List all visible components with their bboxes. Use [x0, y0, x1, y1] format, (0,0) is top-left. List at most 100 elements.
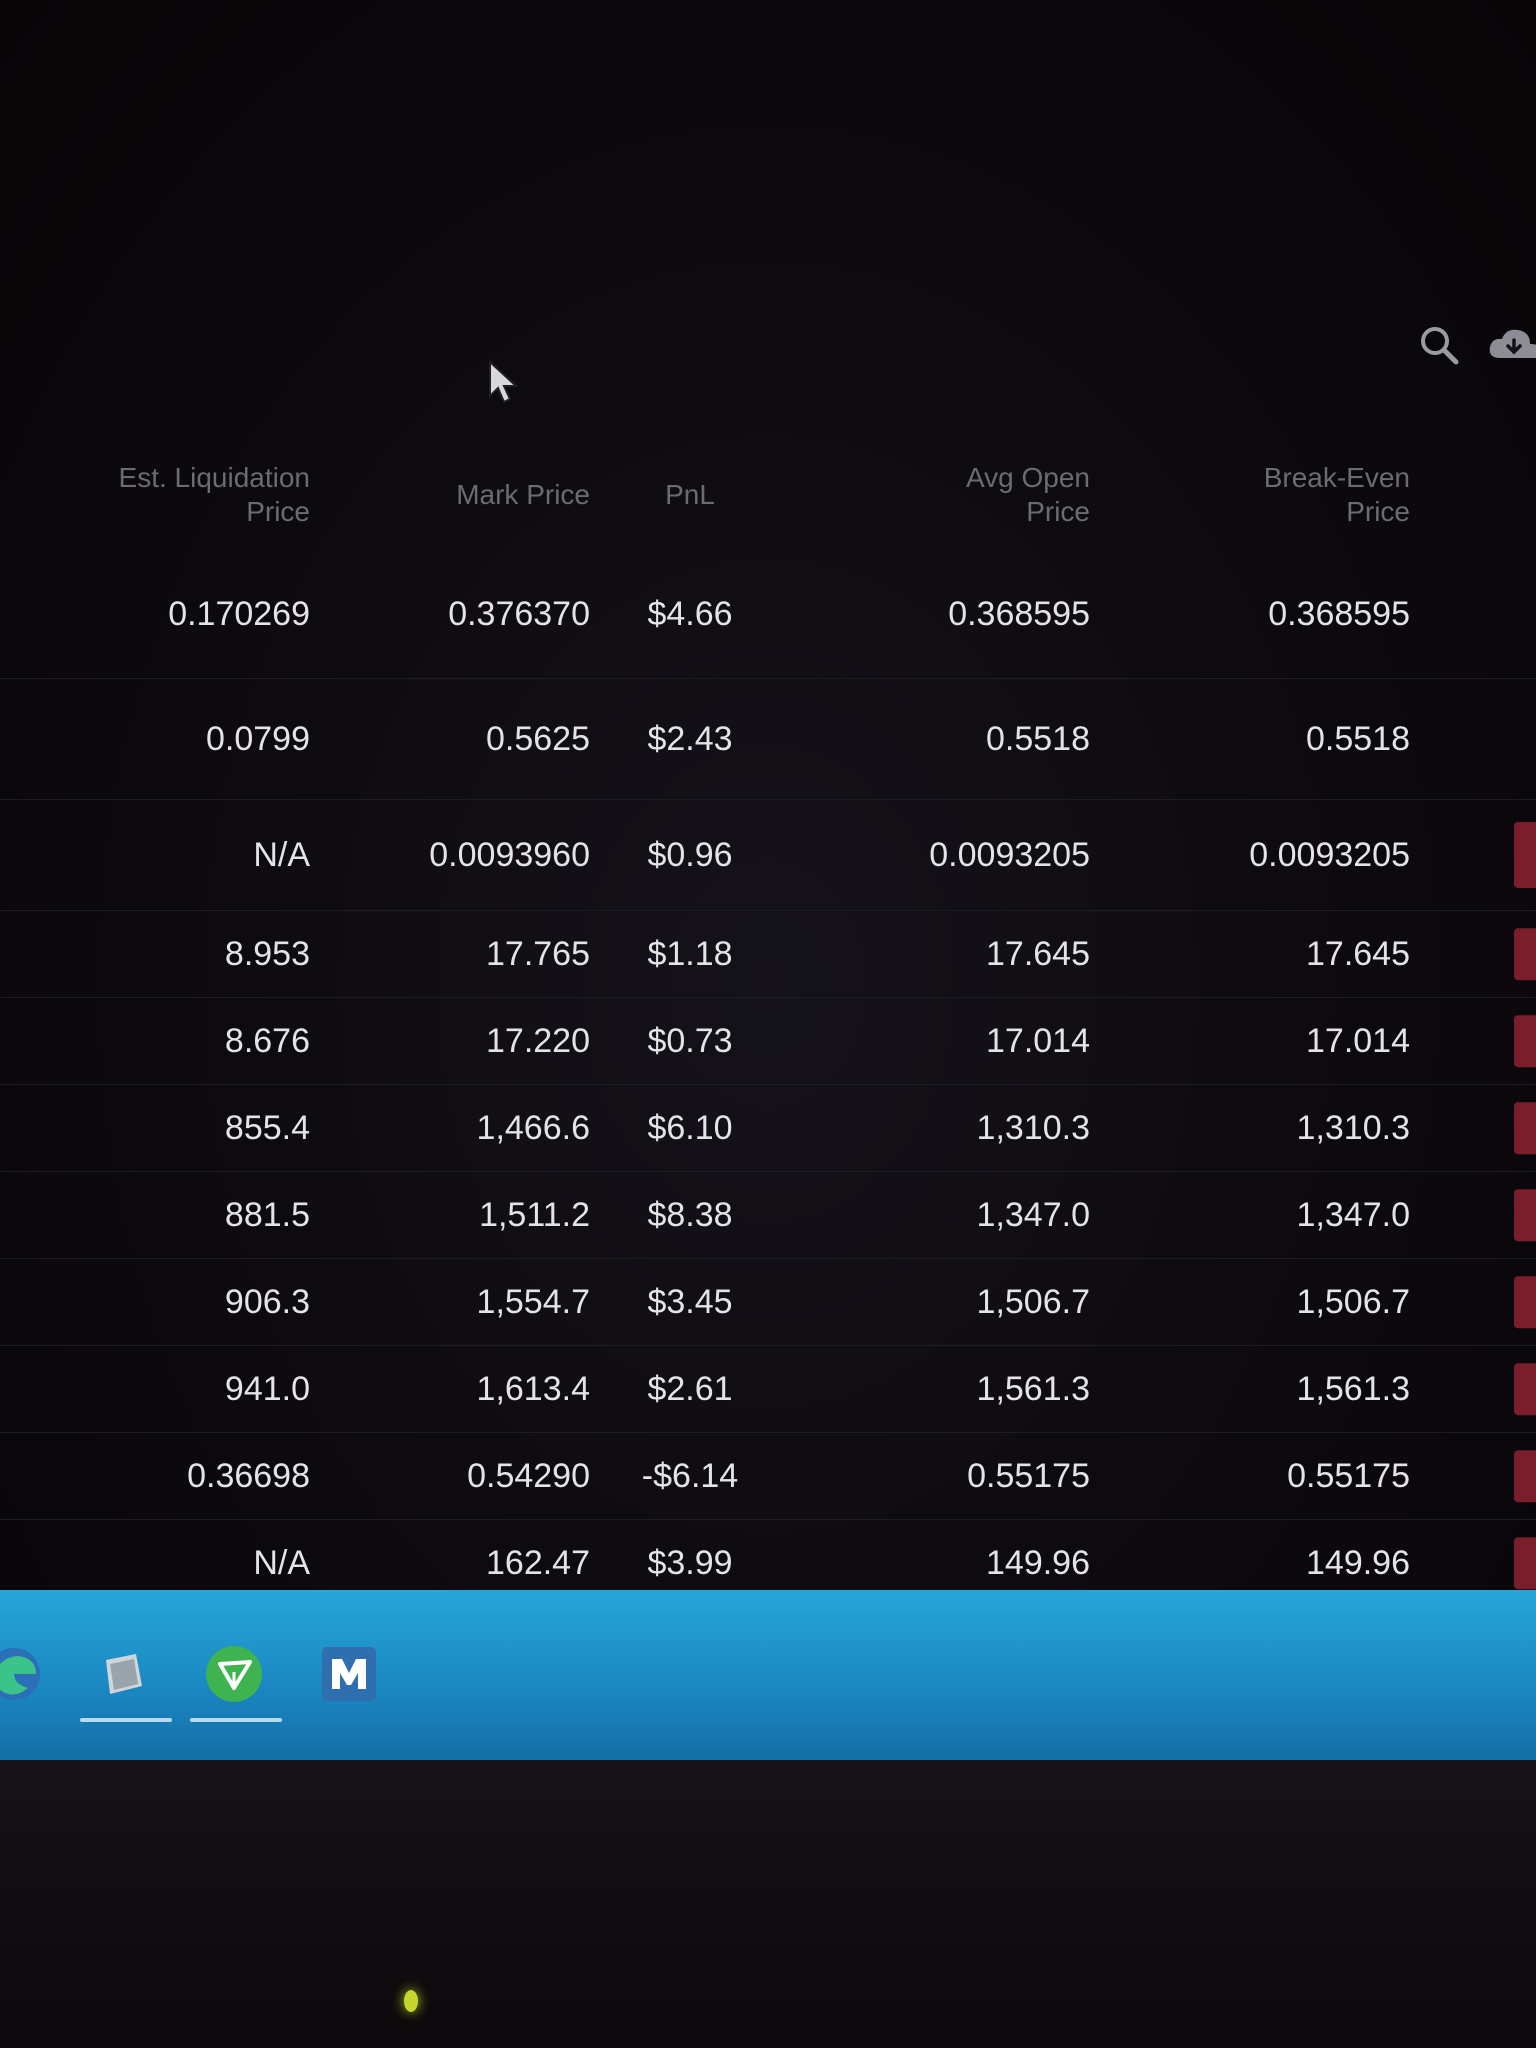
- cell-break-even-price: 1,561.3: [1090, 1345, 1410, 1433]
- cell-actions: [1410, 1432, 1536, 1520]
- monitor-screen: Est. Liquidation Price Mark Price PnL Av…: [0, 0, 1536, 1640]
- column-header-mark-price[interactable]: Mark Price: [310, 440, 590, 550]
- close-position-button[interactable]: [1514, 1015, 1536, 1067]
- cell-pnl: $8.38: [590, 1171, 790, 1259]
- active-app-indicator: [80, 1718, 172, 1722]
- cell-est-liquidation-price: 906.3: [0, 1258, 310, 1346]
- cell-mark-price: 1,511.2: [310, 1171, 590, 1259]
- cell-mark-price: 1,466.6: [310, 1084, 590, 1172]
- table-row[interactable]: 0.0799 0.5625 $2.43 0.5518 0.5518: [0, 678, 1536, 800]
- close-position-button[interactable]: [1514, 1537, 1536, 1589]
- cell-avg-open-price: 17.645: [790, 910, 1090, 998]
- close-position-button[interactable]: [1514, 822, 1536, 888]
- power-led-icon: [404, 1990, 418, 2012]
- cell-pnl: -$6.14: [590, 1432, 790, 1520]
- file-app-icon[interactable]: [80, 1640, 172, 1722]
- cell-break-even-price: 0.0093205: [1090, 799, 1410, 911]
- cell-avg-open-price: 1,506.7: [790, 1258, 1090, 1346]
- mouse-pointer-icon: [488, 359, 520, 411]
- cell-pnl: $6.10: [590, 1084, 790, 1172]
- cell-actions: [1410, 1171, 1536, 1259]
- column-header-avg-open-price[interactable]: Avg Open Price: [790, 440, 1090, 550]
- column-header-actions: [1410, 440, 1536, 550]
- cell-mark-price: 17.765: [310, 910, 590, 998]
- cell-actions: [1410, 1345, 1536, 1433]
- column-header-est-liquidation-price[interactable]: Est. Liquidation Price: [0, 440, 310, 550]
- cell-avg-open-price: 0.5518: [790, 678, 1090, 800]
- cell-pnl: $1.18: [590, 910, 790, 998]
- close-position-button[interactable]: [1514, 1189, 1536, 1241]
- table-header-row: Est. Liquidation Price Mark Price PnL Av…: [0, 440, 1536, 550]
- send-app-icon[interactable]: [190, 1640, 282, 1722]
- cell-break-even-price: 17.014: [1090, 997, 1410, 1085]
- cell-mark-price: 1,613.4: [310, 1345, 590, 1433]
- close-position-button[interactable]: [1514, 928, 1536, 980]
- cell-avg-open-price: 0.55175: [790, 1432, 1090, 1520]
- table-row[interactable]: 8.676 17.220 $0.73 17.014 17.014: [0, 997, 1536, 1085]
- cell-pnl: $0.96: [590, 799, 790, 911]
- cell-mark-price: 0.54290: [310, 1432, 590, 1520]
- table-row[interactable]: 941.0 1,613.4 $2.61 1,561.3 1,561.3: [0, 1345, 1536, 1433]
- cell-pnl: $2.43: [590, 678, 790, 800]
- cell-est-liquidation-price: 8.953: [0, 910, 310, 998]
- cell-mark-price: 0.5625: [310, 678, 590, 800]
- cell-actions: [1410, 1258, 1536, 1346]
- cell-pnl: $2.61: [590, 1345, 790, 1433]
- taskbar: [0, 1590, 1536, 1760]
- cell-est-liquidation-price: 0.0799: [0, 678, 310, 800]
- cloud-icon[interactable]: [1486, 322, 1536, 373]
- cell-actions: [1410, 678, 1536, 800]
- cell-est-liquidation-price: 8.676: [0, 997, 310, 1085]
- active-app-indicator: [190, 1718, 282, 1722]
- close-position-button[interactable]: [1514, 1363, 1536, 1415]
- cell-mark-price: 0.0093960: [310, 799, 590, 911]
- edge-browser-icon[interactable]: [0, 1640, 48, 1708]
- cell-actions: [1410, 997, 1536, 1085]
- positions-table: Est. Liquidation Price Mark Price PnL Av…: [0, 440, 1536, 1607]
- cell-mark-price: 1,554.7: [310, 1258, 590, 1346]
- cell-pnl: $4.66: [590, 550, 790, 679]
- table-row[interactable]: 8.953 17.765 $1.18 17.645 17.645: [0, 910, 1536, 998]
- cell-break-even-price: 0.5518: [1090, 678, 1410, 800]
- cell-est-liquidation-price: 855.4: [0, 1084, 310, 1172]
- cell-est-liquidation-price: 0.36698: [0, 1432, 310, 1520]
- cell-break-even-price: 1,310.3: [1090, 1084, 1410, 1172]
- cell-avg-open-price: 0.368595: [790, 550, 1090, 679]
- cell-break-even-price: 0.55175: [1090, 1432, 1410, 1520]
- column-header-break-even-price[interactable]: Break-Even Price: [1090, 440, 1410, 550]
- cell-avg-open-price: 0.0093205: [790, 799, 1090, 911]
- cell-break-even-price: 1,506.7: [1090, 1258, 1410, 1346]
- cell-break-even-price: 1,347.0: [1090, 1171, 1410, 1259]
- search-icon[interactable]: [1416, 322, 1462, 373]
- cell-est-liquidation-price: 881.5: [0, 1171, 310, 1259]
- cell-actions: [1410, 550, 1536, 679]
- m-app-icon[interactable]: [315, 1640, 383, 1708]
- table-row[interactable]: 0.170269 0.376370 $4.66 0.368595 0.36859…: [0, 550, 1536, 679]
- cell-est-liquidation-price: 941.0: [0, 1345, 310, 1433]
- table-row[interactable]: 906.3 1,554.7 $3.45 1,506.7 1,506.7: [0, 1258, 1536, 1346]
- table-row[interactable]: 855.4 1,466.6 $6.10 1,310.3 1,310.3: [0, 1084, 1536, 1172]
- monitor-bezel: [0, 1760, 1536, 2048]
- table-row[interactable]: 881.5 1,511.2 $8.38 1,347.0 1,347.0: [0, 1171, 1536, 1259]
- cell-actions: [1410, 799, 1536, 911]
- cell-actions: [1410, 1084, 1536, 1172]
- cell-avg-open-price: 1,347.0: [790, 1171, 1090, 1259]
- cell-pnl: $0.73: [590, 997, 790, 1085]
- cell-pnl: $3.45: [590, 1258, 790, 1346]
- table-row[interactable]: 0.36698 0.54290 -$6.14 0.55175 0.55175: [0, 1432, 1536, 1520]
- cell-avg-open-price: 1,561.3: [790, 1345, 1090, 1433]
- cell-avg-open-price: 17.014: [790, 997, 1090, 1085]
- cell-actions: [1410, 910, 1536, 998]
- close-position-button[interactable]: [1514, 1276, 1536, 1328]
- cell-avg-open-price: 1,310.3: [790, 1084, 1090, 1172]
- cell-mark-price: 0.376370: [310, 550, 590, 679]
- table-toolbar: [1376, 322, 1536, 378]
- cell-est-liquidation-price: N/A: [0, 799, 310, 911]
- cell-break-even-price: 17.645: [1090, 910, 1410, 998]
- close-position-button[interactable]: [1514, 1102, 1536, 1154]
- close-position-button[interactable]: [1514, 1450, 1536, 1502]
- cell-break-even-price: 0.368595: [1090, 550, 1410, 679]
- column-header-pnl[interactable]: PnL: [590, 440, 790, 550]
- cell-mark-price: 17.220: [310, 997, 590, 1085]
- table-row[interactable]: N/A 0.0093960 $0.96 0.0093205 0.0093205: [0, 799, 1536, 911]
